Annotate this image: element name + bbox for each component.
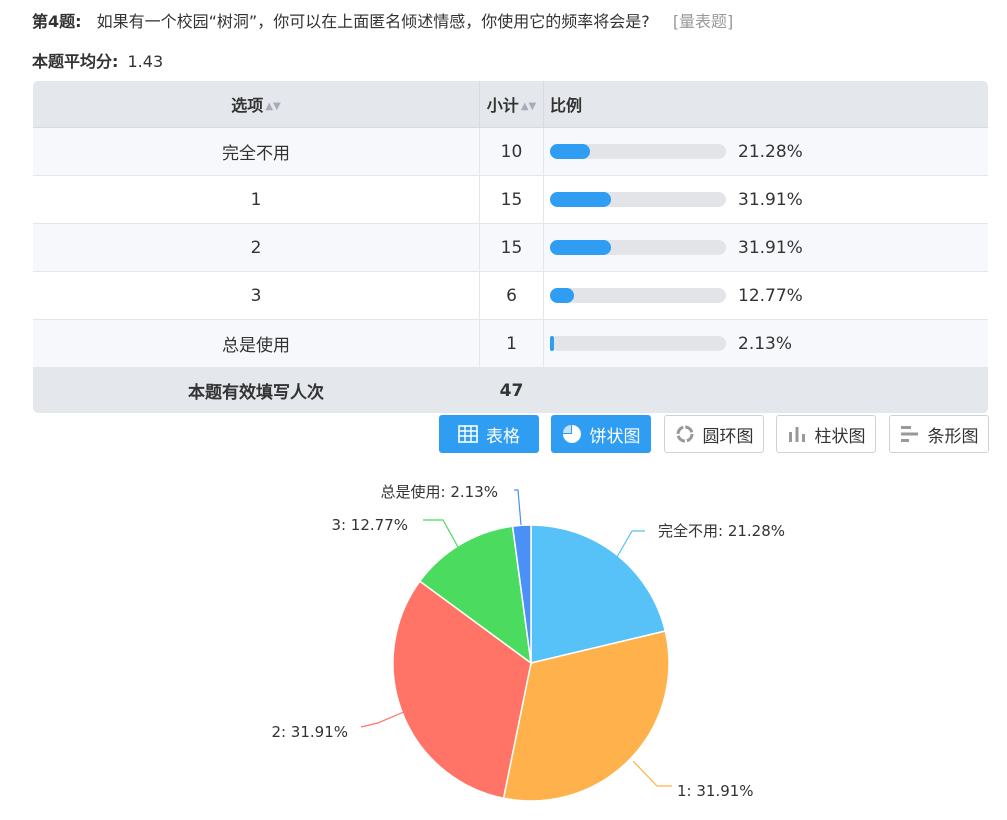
total-count: 47 xyxy=(479,367,544,413)
pie-label-line xyxy=(632,760,672,787)
pie-label: 1: 31.91% xyxy=(677,782,754,800)
question-line: 第4题: 如果有一个校园“树洞”，你可以在上面匿名倾述情感，你使用它的频率将会是… xyxy=(32,10,733,34)
pie-label-line xyxy=(616,530,645,558)
pie-chart: 完全不用: 21.28% 1: 31.91% 2: 31.91% 3: 12.77% 总… xyxy=(0,465,1007,820)
pie-label: 3: 12.77% xyxy=(331,516,408,534)
stats-table: 选项 ▲▼ 小计 ▲▼ 比例 完全不用 10 21.28% 1 15 31.91% 2 15 31.… xyxy=(32,80,989,414)
ratio-cell: 2.13% xyxy=(543,319,988,368)
view-button-label: 柱状图 xyxy=(814,426,866,447)
progress-bar xyxy=(550,192,726,207)
hbar-chart-icon xyxy=(900,424,920,444)
count-cell: 10 xyxy=(479,127,544,176)
option-cell: 2 xyxy=(33,223,480,272)
pie-label-line xyxy=(514,489,522,526)
progress-fill xyxy=(550,144,590,159)
question-type: [量表题] xyxy=(672,12,734,31)
count-cell: 6 xyxy=(479,271,544,320)
view-button-label: 饼状图 xyxy=(589,426,641,447)
view-button-label: 条形图 xyxy=(927,426,979,447)
view-button-table[interactable]: 表格 xyxy=(439,415,539,453)
table-row: 3 6 12.77% xyxy=(33,271,988,320)
option-cell: 完全不用 xyxy=(33,127,480,176)
view-button-label: 表格 xyxy=(486,426,520,447)
average-value: 1.43 xyxy=(127,52,164,71)
view-button-label: 圆环图 xyxy=(702,426,754,447)
percent-text: 2.13% xyxy=(738,333,793,354)
total-empty xyxy=(543,367,988,413)
count-cell: 1 xyxy=(479,319,544,368)
average-score: 本题平均分: 1.43 xyxy=(32,50,163,74)
view-button-bar-chart[interactable]: 柱状图 xyxy=(776,415,876,453)
ratio-cell: 12.77% xyxy=(543,271,988,320)
total-label: 本题有效填写人次 xyxy=(33,367,480,413)
option-cell: 总是使用 xyxy=(33,319,480,368)
header-option[interactable]: 选项 ▲▼ xyxy=(33,81,480,128)
count-cell: 15 xyxy=(479,175,544,224)
percent-text: 12.77% xyxy=(738,285,803,306)
pie-label: 完全不用: 21.28% xyxy=(658,522,785,540)
percent-text: 31.91% xyxy=(738,189,803,210)
view-button-hbar-chart[interactable]: 条形图 xyxy=(889,415,989,453)
pie-chart-svg: 完全不用: 21.28% 1: 31.91% 2: 31.91% 3: 12.77% 总… xyxy=(271,483,785,802)
sort-icon[interactable]: ▲▼ xyxy=(265,101,280,112)
bar-chart-icon xyxy=(787,424,807,444)
pie-label-line xyxy=(423,519,459,548)
table-row: 1 15 31.91% xyxy=(33,175,988,224)
percent-text: 31.91% xyxy=(738,237,803,258)
average-label: 本题平均分: xyxy=(32,52,119,71)
ratio-cell: 31.91% xyxy=(543,175,988,224)
pie-label: 总是使用: 2.13% xyxy=(381,483,498,501)
pie-icon xyxy=(562,424,582,444)
ratio-cell: 21.28% xyxy=(543,127,988,176)
progress-fill xyxy=(550,192,611,207)
table-row: 总是使用 1 2.13% xyxy=(33,319,988,368)
progress-fill xyxy=(550,288,574,303)
progress-fill xyxy=(550,240,611,255)
header-count[interactable]: 小计 ▲▼ xyxy=(479,81,544,128)
progress-bar xyxy=(550,144,726,159)
count-cell: 15 xyxy=(479,223,544,272)
header-ratio: 比例 xyxy=(543,81,988,128)
option-cell: 1 xyxy=(33,175,480,224)
donut-icon xyxy=(675,424,695,444)
table-icon xyxy=(458,424,478,444)
sort-icon[interactable]: ▲▼ xyxy=(521,101,536,112)
question-number: 第4题: xyxy=(32,12,82,31)
option-cell: 3 xyxy=(33,271,480,320)
view-button-donut[interactable]: 圆环图 xyxy=(664,415,764,453)
view-button-pie[interactable]: 饼状图 xyxy=(551,415,651,453)
progress-bar xyxy=(550,336,726,351)
question-text: 如果有一个校园“树洞”，你可以在上面匿名倾述情感，你使用它的频率将会是? xyxy=(96,12,650,31)
table-row: 完全不用 10 21.28% xyxy=(33,127,988,176)
progress-fill xyxy=(550,336,554,351)
ratio-cell: 31.91% xyxy=(543,223,988,272)
pie-label-line xyxy=(360,710,407,728)
progress-bar xyxy=(550,240,726,255)
pie-label: 2: 31.91% xyxy=(271,723,348,741)
progress-bar xyxy=(550,288,726,303)
table-row: 2 15 31.91% xyxy=(33,223,988,272)
percent-text: 21.28% xyxy=(738,141,803,162)
total-row: 本题有效填写人次 47 xyxy=(33,367,988,413)
